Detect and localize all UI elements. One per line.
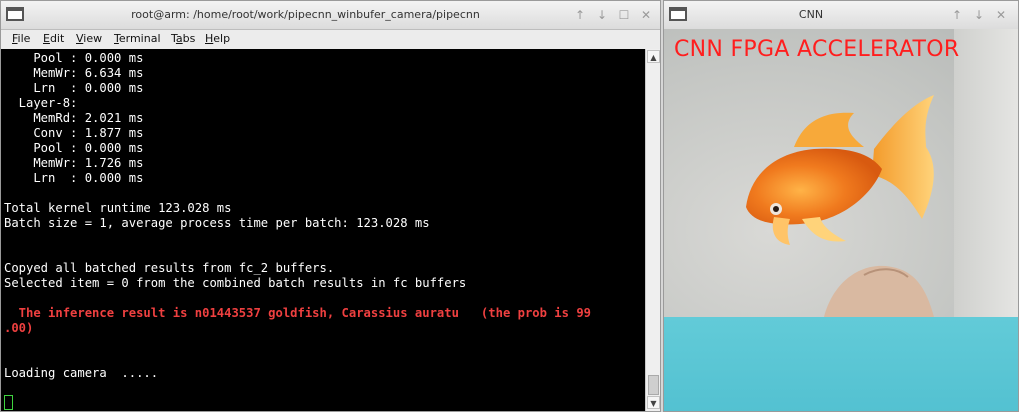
terminal-line: Loading camera ..... [4, 366, 159, 380]
terminal-window: root@arm: /home/root/work/pipecnn_winbuf… [0, 0, 661, 412]
terminal-line: MemWr: 6.634 ms [4, 66, 144, 80]
cnn-titlebar[interactable]: CNN ↑ ↓ ✕ [664, 1, 1018, 30]
window-maximize-button[interactable]: ☐ [615, 6, 633, 24]
cnn-window-icon [669, 7, 687, 21]
window-close-button[interactable]: ✕ [992, 6, 1010, 24]
menu-help[interactable]: Help [205, 32, 230, 45]
terminal-line: Conv : 1.877 ms [4, 126, 144, 140]
terminal-line: MemRd: 2.021 ms [4, 111, 144, 125]
terminal-line: .00) [4, 321, 34, 335]
window-down-button[interactable]: ↓ [593, 6, 611, 24]
terminal-line: MemWr: 1.726 ms [4, 156, 144, 170]
menu-edit[interactable]: Edit [43, 32, 64, 45]
terminal-menubar: File Edit View Terminal Tabs Help [1, 30, 660, 49]
cnn-overlay-title: CNN FPGA ACCELERATOR [674, 37, 960, 62]
scrollbar-thumb[interactable] [648, 375, 659, 395]
scroll-up-arrow-icon[interactable]: ▲ [647, 50, 660, 63]
window-close-button[interactable]: ✕ [637, 6, 655, 24]
window-up-button[interactable]: ↑ [948, 6, 966, 24]
menu-file[interactable]: File [12, 32, 30, 45]
terminal-scrollbar[interactable]: ▲ ▼ [645, 49, 660, 411]
terminal-cursor [4, 395, 13, 410]
terminal-titlebar[interactable]: root@arm: /home/root/work/pipecnn_winbuf… [1, 1, 660, 30]
terminal-line: Pool : 0.000 ms [4, 141, 144, 155]
cnn-window-title: CNN [798, 8, 824, 21]
terminal-line: The inference result is n01443537 goldfi… [4, 306, 591, 320]
tail-fin [872, 95, 934, 219]
terminal-line: Batch size = 1, average process time per… [4, 216, 430, 230]
terminal-window-icon [6, 7, 24, 21]
terminal-line: Selected item = 0 from the combined batc… [4, 276, 467, 290]
scroll-down-arrow-icon[interactable]: ▼ [647, 396, 660, 409]
lower-window-area [664, 317, 1018, 411]
camera-frame: CNN FPGA ACCELERATOR [664, 29, 1018, 317]
cnn-window: CNN ↑ ↓ ✕ CNN FPGA ACCELERATOR [663, 0, 1019, 412]
terminal-window-title: root@arm: /home/root/work/pipecnn_winbuf… [131, 8, 480, 21]
menu-tabs[interactable]: Tabs [171, 32, 195, 45]
window-down-button[interactable]: ↓ [970, 6, 988, 24]
fish-body [746, 148, 882, 225]
terminal-line: Total kernel runtime 123.028 ms [4, 201, 232, 215]
menu-view[interactable]: View [76, 32, 102, 45]
terminal-line: Copyed all batched results from fc_2 buf… [4, 261, 335, 275]
terminal-output[interactable]: Pool : 0.000 ms MemWr: 6.634 ms Lrn : 0.… [1, 49, 645, 411]
terminal-line: Lrn : 0.000 ms [4, 81, 144, 95]
goldfish-image [746, 95, 934, 317]
window-up-button[interactable]: ↑ [571, 6, 589, 24]
menu-terminal[interactable]: Terminal [114, 32, 161, 45]
terminal-line: Lrn : 0.000 ms [4, 171, 144, 185]
hand-shape [824, 265, 934, 317]
terminal-line: Pool : 0.000 ms [4, 51, 144, 65]
terminal-line: Layer-8: [4, 96, 78, 110]
cnn-camera-view: CNN FPGA ACCELERATOR [664, 29, 1018, 411]
